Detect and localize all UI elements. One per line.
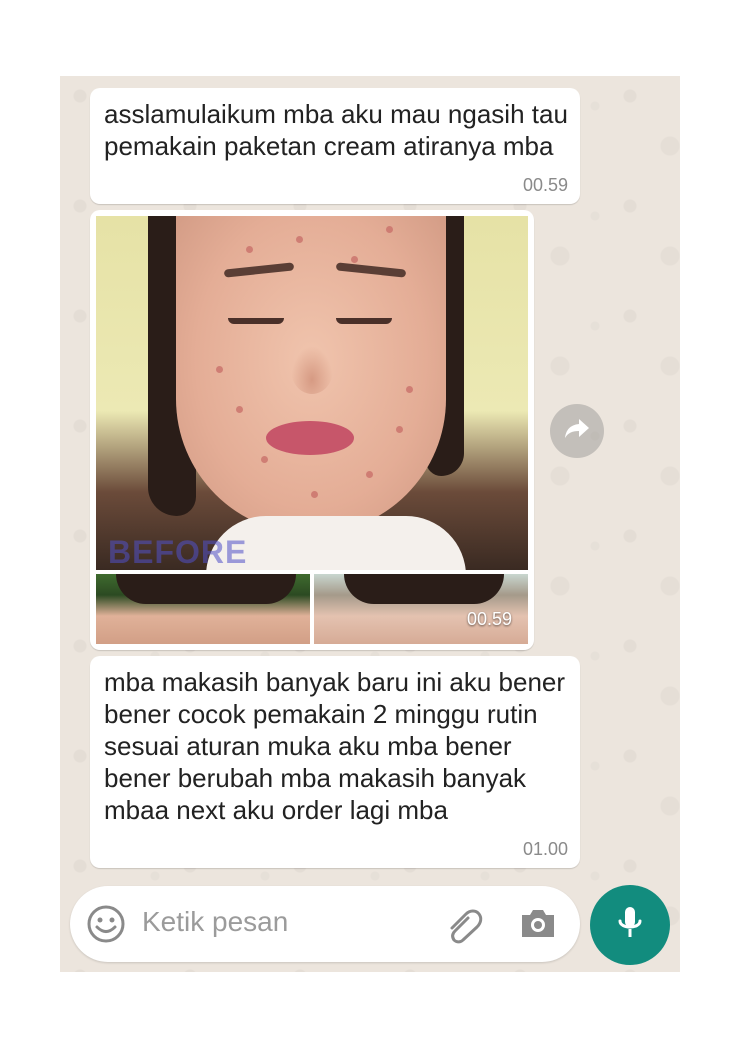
message-bubble[interactable]: asslamulaikum mba aku mau ngasih tau pem… bbox=[90, 88, 580, 204]
chat-area: asslamulaikum mba aku mau ngasih tau pem… bbox=[60, 76, 680, 972]
photo-nose bbox=[291, 346, 333, 394]
photo-spot bbox=[246, 246, 253, 253]
message-text: mba makasih banyak baru ini aku bener be… bbox=[104, 667, 566, 825]
photo-before[interactable]: BEFORE bbox=[96, 216, 528, 570]
message-time: 00.59 bbox=[522, 175, 568, 195]
image-time: 00.59 bbox=[466, 609, 512, 629]
before-label: BEFORE bbox=[108, 534, 248, 570]
message-bubble[interactable]: mba makasih banyak baru ini aku bener be… bbox=[90, 656, 580, 868]
photo-spot bbox=[296, 236, 303, 243]
photo-thumbnail[interactable] bbox=[96, 574, 310, 644]
image-message-bubble[interactable]: BEFORE 00.59 bbox=[90, 210, 534, 650]
photo-spot bbox=[396, 426, 403, 433]
photo-hair bbox=[116, 574, 296, 604]
mic-button[interactable] bbox=[590, 885, 670, 965]
photo-spot bbox=[261, 456, 268, 463]
message-text: asslamulaikum mba aku mau ngasih tau pem… bbox=[104, 99, 568, 161]
forward-button[interactable] bbox=[550, 404, 604, 458]
photo-eye-right bbox=[336, 318, 392, 324]
photo-spot bbox=[311, 491, 318, 498]
emoji-icon[interactable] bbox=[86, 904, 126, 949]
forward-icon bbox=[564, 418, 590, 445]
photo-eye-left bbox=[228, 318, 284, 324]
photo-lips bbox=[266, 421, 354, 455]
photo-spot bbox=[366, 471, 373, 478]
photo-spot bbox=[351, 256, 358, 263]
paperclip-icon[interactable] bbox=[444, 906, 484, 949]
photo-hair bbox=[344, 574, 504, 604]
message-time: 01.00 bbox=[522, 839, 568, 859]
message-input[interactable]: Ketik pesan bbox=[142, 906, 288, 938]
photo-spot bbox=[216, 366, 223, 373]
microphone-icon bbox=[615, 905, 645, 946]
photo-spot bbox=[386, 226, 393, 233]
camera-icon[interactable] bbox=[518, 904, 558, 947]
photo-spot bbox=[406, 386, 413, 393]
photo-spot bbox=[236, 406, 243, 413]
photo-thumbnail[interactable]: 00.59 bbox=[314, 574, 528, 644]
message-input-bar: Ketik pesan bbox=[70, 886, 580, 962]
